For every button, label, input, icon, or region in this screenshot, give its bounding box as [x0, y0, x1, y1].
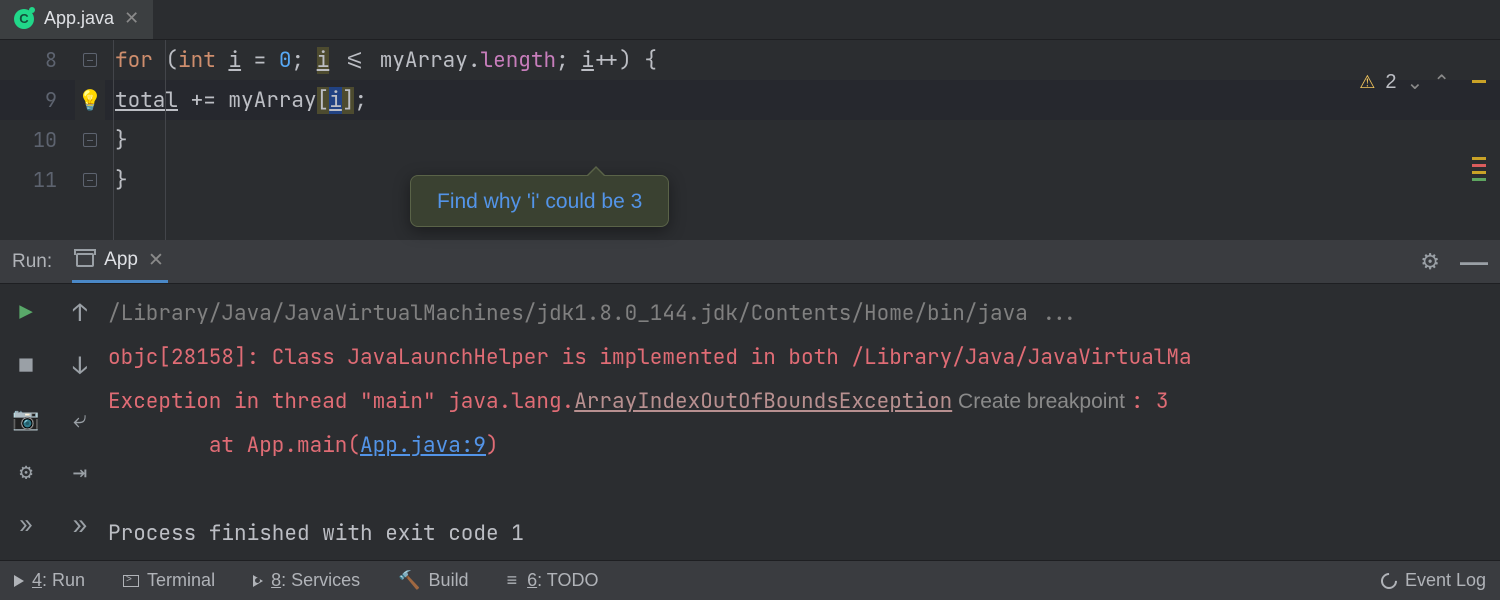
create-breakpoint-link[interactable]: Create breakpoint [952, 390, 1131, 413]
debug-layout-icon[interactable]: ⚙ [19, 457, 32, 486]
error-stripe[interactable] [1472, 80, 1486, 280]
stacktrace-link[interactable]: App.java:9 [360, 432, 486, 459]
fold-collapse-icon[interactable] [83, 53, 97, 67]
play-icon [14, 575, 24, 587]
tool-window-run[interactable]: 4: Run [14, 570, 85, 591]
run-config-tab[interactable]: App ✕ [72, 240, 168, 283]
status-bar: 4: Run Terminal 8: Services 🔨Build 6: TO… [0, 560, 1500, 600]
code-line-10[interactable]: } [105, 120, 1500, 160]
fold-collapse-icon[interactable] [83, 173, 97, 187]
console-exception-tail: : 3 [1131, 388, 1169, 415]
application-icon [76, 253, 94, 267]
code-editor[interactable]: 8 9 10 11 💡 for (int i = 0; i <= myArray… [0, 40, 1500, 240]
close-icon[interactable]: ✕ [148, 249, 164, 272]
run-tool-header: Run: App ✕ ⚙ — [0, 240, 1500, 284]
run-tab-label: App [104, 249, 138, 271]
fold-gutter: 💡 [75, 40, 105, 240]
more-icon[interactable]: » [73, 510, 87, 541]
process-finished: Process finished with exit code 1 [108, 520, 524, 547]
chevron-down-icon[interactable]: ⌄ [1406, 70, 1423, 95]
tool-window-eventlog[interactable]: Event Log [1381, 570, 1486, 591]
rerun-icon[interactable]: ▶ [19, 298, 32, 327]
line-number-gutter: 8 9 10 11 [0, 40, 75, 240]
exception-class-link[interactable]: ArrayIndexOutOfBoundsException [574, 388, 952, 415]
line-number: 11 [0, 160, 75, 200]
tool-window-todo[interactable]: 6: TODO [507, 570, 599, 591]
event-log-icon [1378, 569, 1401, 592]
console-objc: objc[28158]: Class JavaLaunchHelper is i… [108, 344, 1192, 371]
editor-tab-bar: C App.java ✕ [0, 0, 1500, 40]
java-class-icon: C [14, 9, 34, 29]
console-exception: Exception in thread "main" java.lang. [108, 388, 574, 415]
stacktrace-at: at App.main( [108, 432, 360, 459]
run-label: Run: [12, 251, 52, 273]
warning-count: 2 [1385, 71, 1396, 94]
inspection-widget[interactable]: ⚠ 2 ⌄ ⌃ [1359, 70, 1450, 95]
stop-icon[interactable]: ■ [19, 351, 32, 380]
gear-icon[interactable]: ⚙ [1420, 249, 1440, 275]
warning-icon: ⚠ [1359, 72, 1375, 93]
code-area[interactable]: for (int i = 0; i <= myArray.length; i++… [105, 40, 1500, 240]
run-toolbar-nav: ↑ ↓ ⤶ ⇥ » [52, 284, 108, 560]
code-line-8[interactable]: for (int i = 0; i <= myArray.length; i++… [105, 40, 1500, 80]
camera-icon[interactable]: 📷 [12, 404, 39, 433]
services-icon [253, 575, 263, 587]
terminal-icon [123, 575, 139, 587]
run-tool-body: ▶ ■ 📷 ⚙ » ↑ ↓ ⤶ ⇥ » /Library/Java/JavaVi… [0, 284, 1500, 560]
dfa-hint-popup[interactable]: Find why 'i' could be 3 [410, 175, 669, 227]
soft-wrap-icon[interactable]: ⤶ [73, 404, 86, 435]
line-number: 8 [0, 40, 75, 80]
console-output[interactable]: /Library/Java/JavaVirtualMachines/jdk1.8… [108, 284, 1500, 560]
intention-bulb-icon[interactable]: 💡 [78, 87, 103, 113]
tool-window-build[interactable]: 🔨Build [398, 570, 468, 591]
chevron-up-icon[interactable]: ⌃ [1433, 70, 1450, 95]
line-number: 10 [0, 120, 75, 160]
fold-collapse-icon[interactable] [83, 133, 97, 147]
hammer-icon: 🔨 [398, 570, 420, 591]
code-line-9[interactable]: total += myArray[i]; [105, 80, 1500, 120]
down-stack-icon[interactable]: ↓ [73, 351, 87, 382]
more-icon[interactable]: » [19, 510, 32, 539]
scroll-end-icon[interactable]: ⇥ [73, 457, 87, 488]
file-tab[interactable]: C App.java ✕ [0, 0, 153, 39]
console-path: /Library/Java/JavaVirtualMachines/jdk1.8… [108, 300, 1078, 327]
file-tab-label: App.java [44, 8, 114, 29]
hint-link[interactable]: Find why 'i' could be 3 [437, 190, 642, 213]
close-tab-icon[interactable]: ✕ [124, 8, 139, 29]
tool-window-terminal[interactable]: Terminal [123, 570, 215, 591]
code-line-11[interactable]: } [105, 160, 1500, 200]
line-number: 9 [0, 80, 75, 120]
up-stack-icon[interactable]: ↑ [73, 298, 87, 329]
run-toolbar-left: ▶ ■ 📷 ⚙ » [0, 284, 52, 560]
tool-window-services[interactable]: 8: Services [253, 570, 360, 591]
